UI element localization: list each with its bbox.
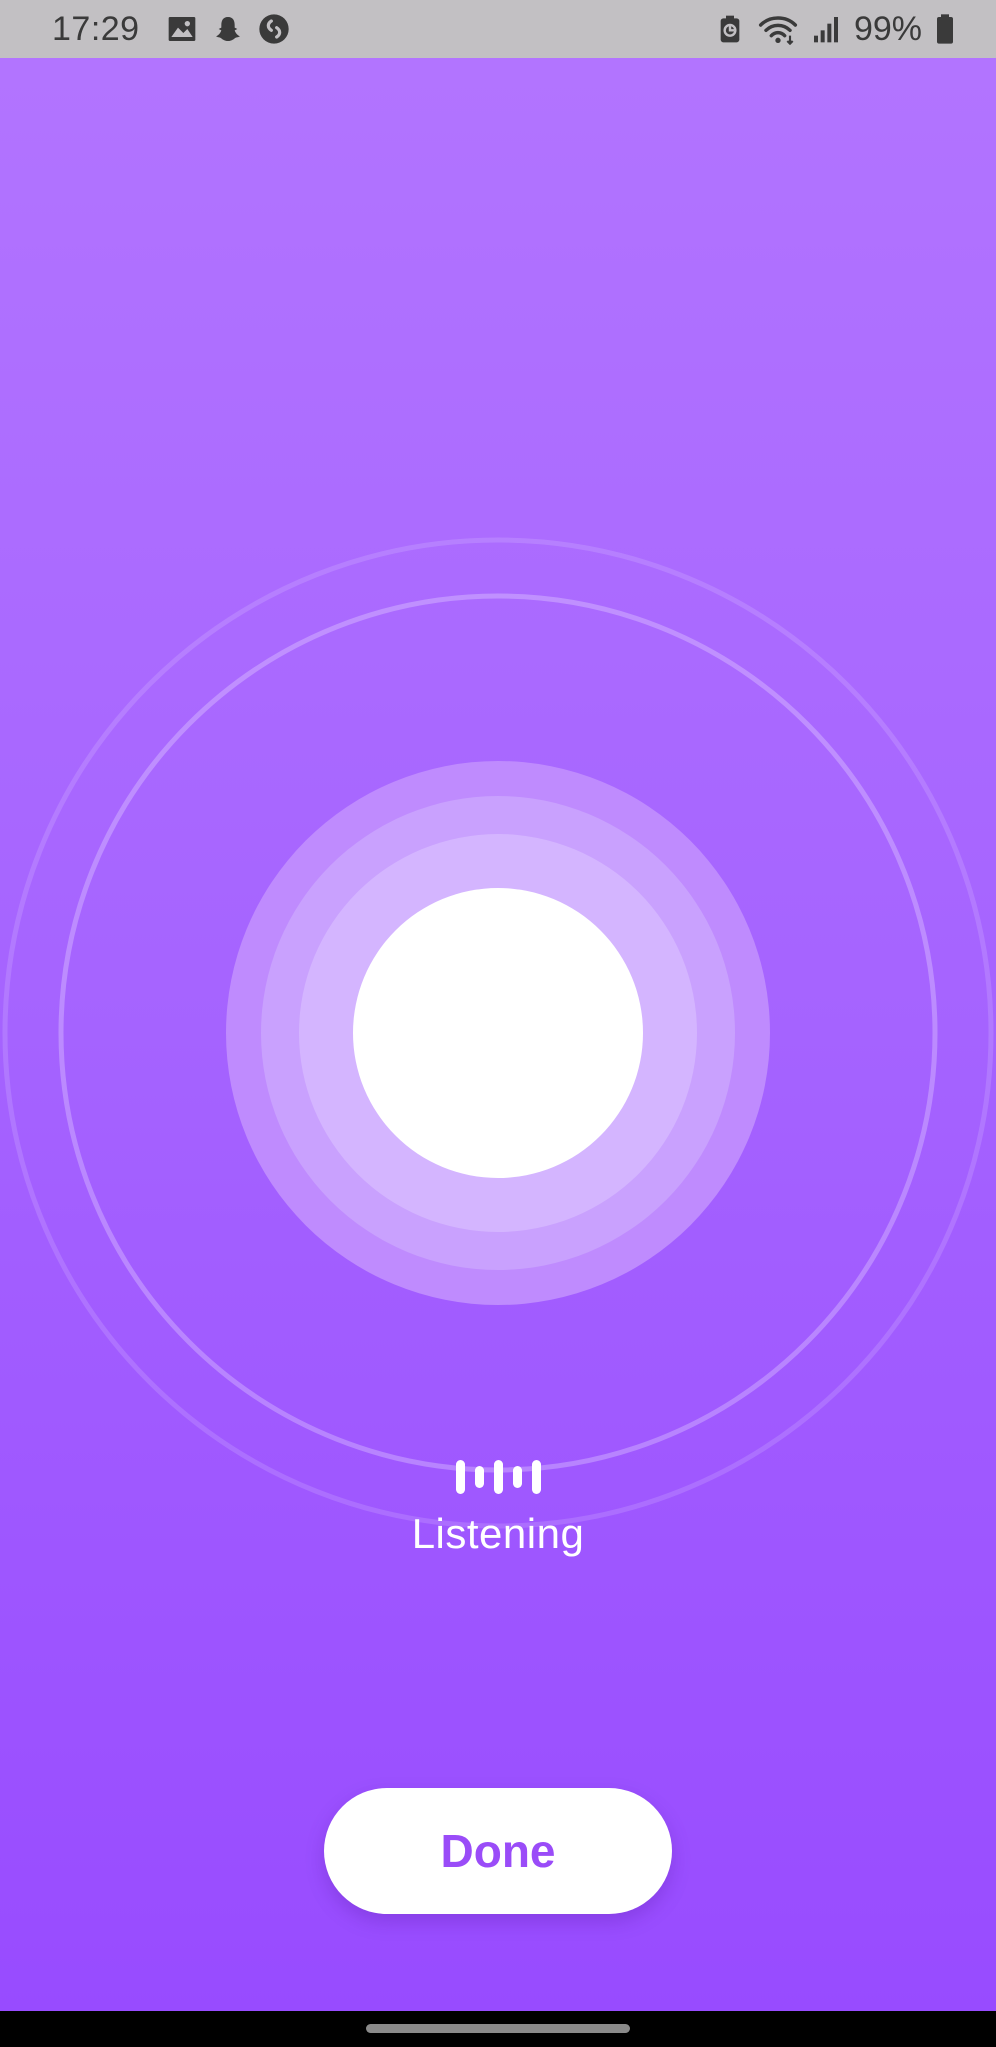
done-button[interactable]: Done	[324, 1788, 672, 1914]
orb-core	[353, 888, 643, 1178]
snapchat-icon	[212, 13, 244, 45]
gallery-icon	[166, 13, 198, 45]
status-time: 17:29	[52, 9, 140, 48]
status-left: 17:29	[52, 10, 290, 49]
sound-wave-icon	[0, 1458, 996, 1496]
signal-icon	[810, 13, 842, 45]
shazam-icon	[258, 13, 290, 45]
status-bar: 17:29 99%	[0, 0, 996, 58]
wave-bar	[474, 1466, 484, 1488]
battery-icon	[934, 13, 956, 45]
wave-bar	[455, 1460, 465, 1494]
listening-status-label: Listening	[411, 1510, 585, 1557]
home-gesture-handle[interactable]	[366, 2024, 630, 2033]
navigation-bar	[0, 2011, 996, 2047]
wave-bar	[531, 1460, 541, 1494]
screen: 17:29 99% Listening Done	[0, 0, 996, 2047]
battery-saver-icon	[714, 13, 746, 45]
assistant-listening-panel: Listening Done	[0, 58, 996, 2011]
status-right: 99%	[714, 10, 956, 49]
voice-orb	[2, 537, 994, 1529]
wifi-icon	[758, 13, 798, 45]
wave-bar	[512, 1466, 522, 1488]
wave-bar	[493, 1460, 503, 1494]
battery-percentage: 99%	[853, 9, 922, 48]
